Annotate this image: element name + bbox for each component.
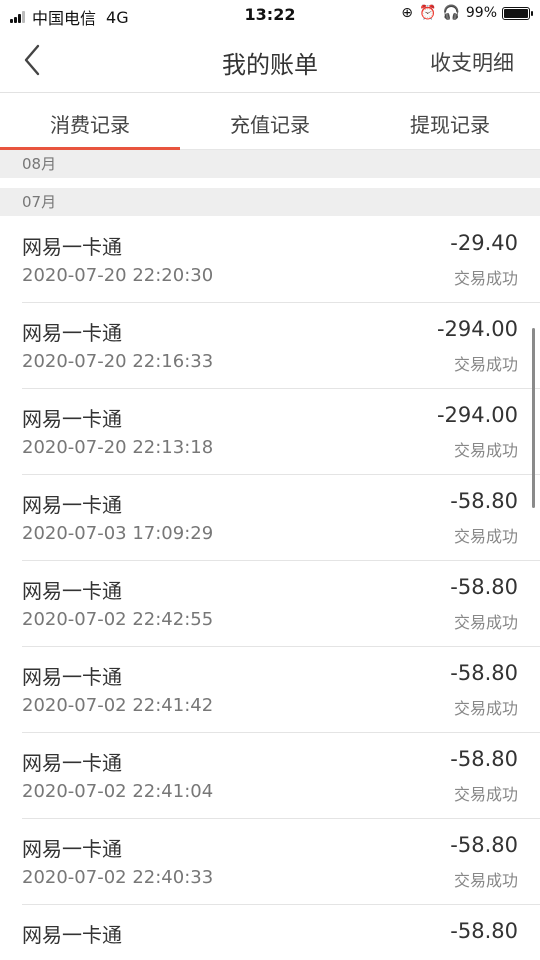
scrollbar[interactable] [532,328,535,508]
month-header-july[interactable]: 07月 [0,188,540,216]
record-row[interactable]: 网易一卡通 2020-07-20 22:13:18 -294.00 交易成功 [0,389,540,475]
record-status: 交易成功 [453,441,518,460]
record-time: 2020-07-02 22:41:04 [22,781,214,802]
record-status: 交易成功 [453,699,518,718]
record-time: 2020-07-03 17:09:29 [22,523,214,544]
record-row[interactable]: 网易一卡通 2020-07-02 22:41:04 -58.80 交易成功 [0,733,540,819]
record-status: 交易成功 [453,871,518,890]
tab-bar: 消费记录 充值记录 提现记录 [0,93,540,150]
record-status: 交易成功 [453,785,518,804]
record-merchant: 网易一卡通 [22,665,122,689]
record-merchant: 网易一卡通 [22,923,122,947]
record-amount: -58.80 [450,747,518,771]
headphones-icon: 🎧 [442,5,460,21]
record-merchant: 网易一卡通 [22,493,122,517]
tab-withdrawal[interactable]: 提现记录 [360,93,540,149]
record-amount: -294.00 [436,403,518,427]
record-merchant: 网易一卡通 [22,837,122,861]
tab-consumption[interactable]: 消费记录 [0,93,180,150]
record-amount: -294.00 [436,317,518,341]
tab-label: 消费记录 [50,113,130,137]
tab-recharge[interactable]: 充值记录 [180,93,360,149]
record-merchant: 网易一卡通 [22,751,122,775]
record-amount: -58.80 [450,833,518,857]
record-time: 2020-07-20 22:16:33 [22,351,214,372]
record-amount: -58.80 [450,661,518,685]
record-status: 交易成功 [453,613,518,632]
record-time: 2020-07-20 22:13:18 [22,437,214,458]
record-amount: -29.40 [450,231,518,255]
record-merchant: 网易一卡通 [22,235,122,259]
rotation-lock-icon: ⊕ [401,5,413,21]
record-row[interactable]: 网易一卡通 2020-07-02 22:42:55 -58.80 交易成功 [0,561,540,647]
record-status: 交易成功 [453,527,518,546]
tab-label: 提现记录 [410,113,490,137]
record-time: 2020-07-02 22:42:55 [22,609,214,630]
record-row[interactable]: 网易一卡通 2020-07-03 17:09:29 -58.80 交易成功 [0,475,540,561]
record-status: 交易成功 [453,269,518,288]
record-merchant: 网易一卡通 [22,321,122,345]
record-amount: -58.80 [450,919,518,943]
record-merchant: 网易一卡通 [22,407,122,431]
nav-bar: 我的账单 收支明细 [0,30,540,92]
month-header-august[interactable]: 08月 [0,150,540,178]
battery-icon [502,6,533,20]
record-row[interactable]: 网易一卡通 2020-07-02 22:41:42 -58.80 交易成功 [0,647,540,733]
record-row[interactable]: 网易一卡通 2020-07-02 22:40:33 -58.80 交易成功 [0,819,540,905]
record-row[interactable]: 网易一卡通 2020-07-20 22:16:33 -294.00 交易成功 [0,303,540,389]
record-time: 2020-07-02 22:40:33 [22,867,214,888]
status-bar: 中国电信 4G 13:22 ⊕ ⏰ 🎧 99% [0,0,540,30]
record-amount: -58.80 [450,575,518,599]
record-status: 交易成功 [453,355,518,374]
record-merchant: 网易一卡通 [22,579,122,603]
record-list: 网易一卡通 2020-07-20 22:20:30 -29.40 交易成功 网易… [0,217,540,960]
record-amount: -58.80 [450,489,518,513]
tab-label: 充值记录 [230,113,310,137]
record-row[interactable]: 网易一卡通 2020-07-20 22:20:30 -29.40 交易成功 [0,217,540,303]
alarm-icon: ⏰ [419,5,437,21]
record-time: 2020-07-20 22:20:30 [22,265,214,286]
record-row[interactable]: 网易一卡通 -58.80 [0,905,540,960]
battery-fill [504,8,528,18]
record-time: 2020-07-02 22:41:42 [22,695,214,716]
status-right: ⊕ ⏰ 🎧 99% [395,5,533,21]
battery-percent: 99% [465,5,497,21]
transaction-details-button[interactable]: 收支明细 [430,47,514,77]
